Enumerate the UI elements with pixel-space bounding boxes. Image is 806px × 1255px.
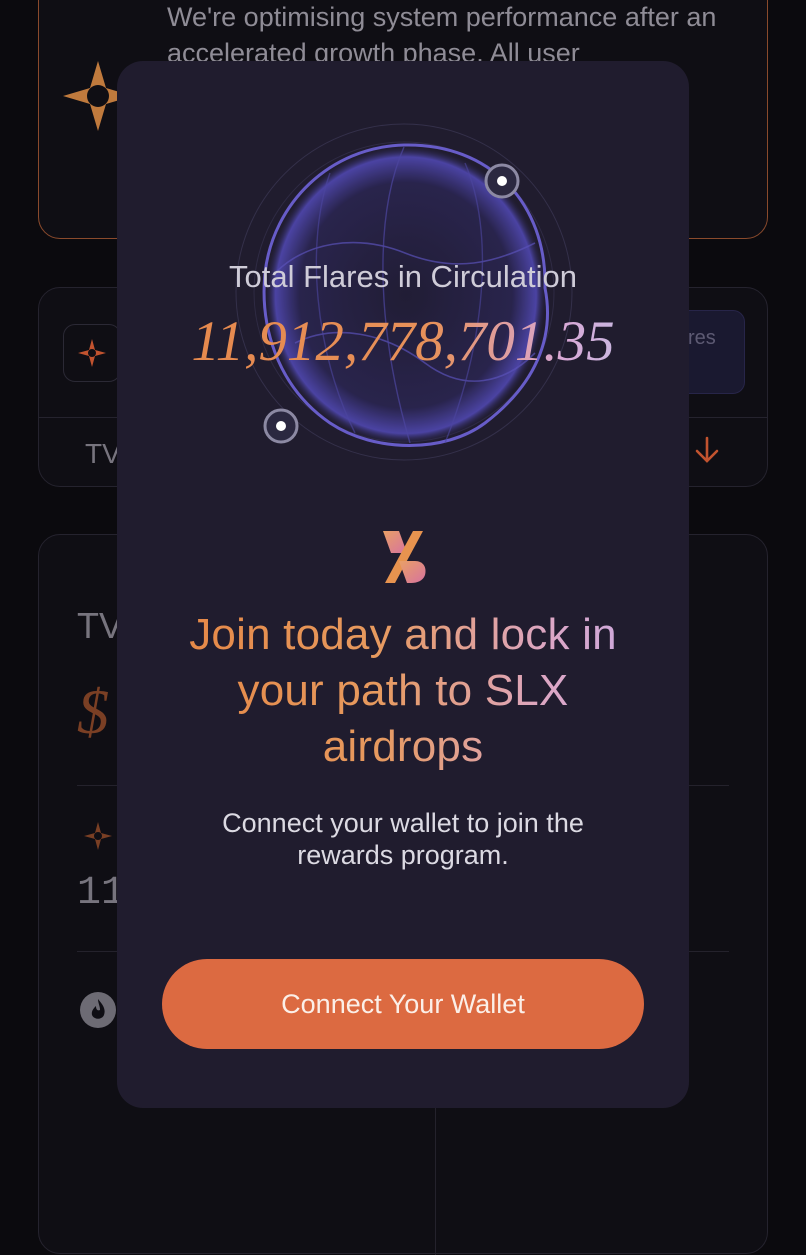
slx-logo-icon (379, 527, 427, 592)
join-modal: Total Flares in Circulation 11,912,778,7… (117, 61, 689, 1108)
orbit-node-icon (484, 163, 520, 204)
stats-label: TV (85, 438, 121, 470)
orbit-node-icon (263, 408, 299, 449)
flame-icon (79, 991, 117, 1034)
headline: Join today and lock in your path to SLX … (157, 607, 649, 775)
connect-wallet-button[interactable]: Connect Your Wallet (162, 959, 644, 1049)
tvl-value: $ (77, 675, 109, 749)
total-flares-value: 11,912,778,701.35 (117, 309, 689, 374)
total-flares-label: Total Flares in Circulation (117, 259, 689, 295)
star-icon (81, 819, 115, 858)
subtext: Connect your wallet to join the rewards … (177, 807, 629, 871)
arrow-down-icon[interactable] (694, 436, 720, 469)
star-badge-icon (63, 324, 121, 382)
